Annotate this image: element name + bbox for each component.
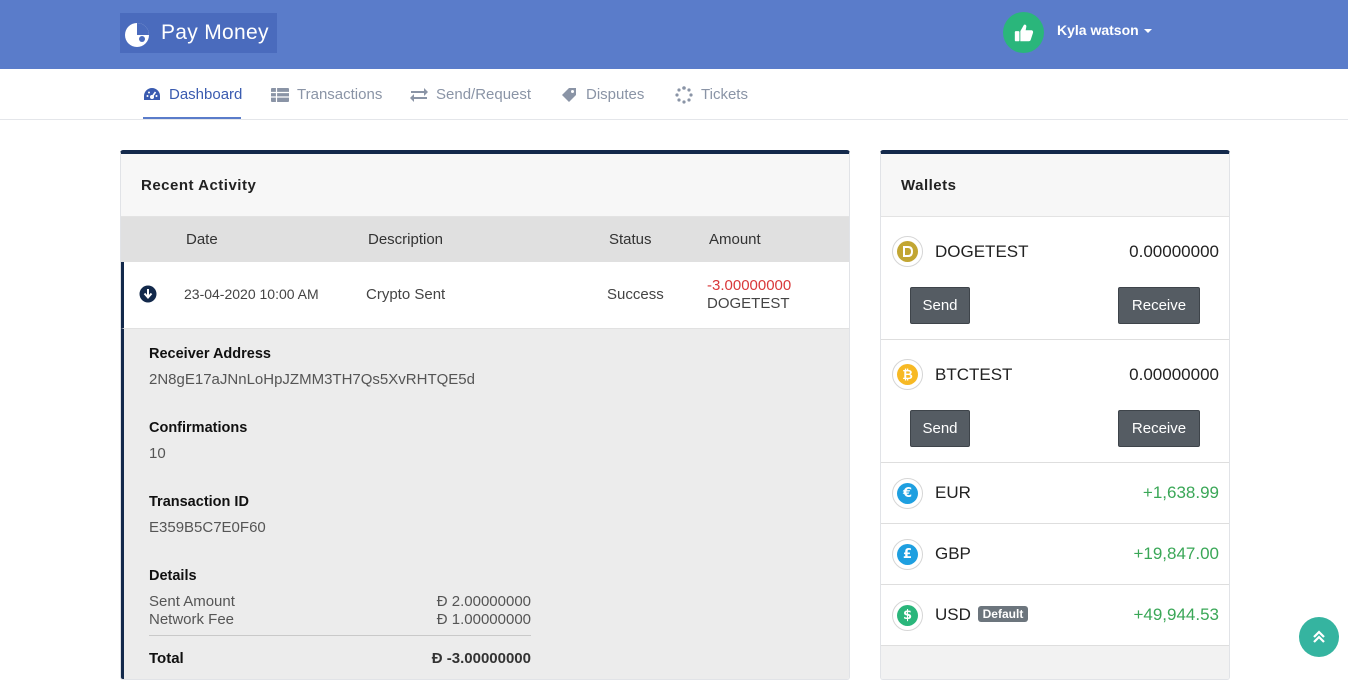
wallet-name: GBP — [935, 544, 971, 563]
nav-label: Dashboard — [169, 86, 243, 103]
nav-transactions[interactable]: Transactions — [271, 69, 382, 120]
table-header: Date Description Status Amount — [121, 217, 849, 262]
receive-button[interactable]: Receive — [1118, 410, 1200, 447]
chevron-down-icon[interactable] — [1144, 29, 1152, 33]
wallet-amount: 0.00000000 — [1129, 365, 1219, 384]
logo-icon — [122, 18, 152, 48]
nav-send-request[interactable]: Send/Request — [410, 69, 531, 120]
double-chevron-up-icon — [1313, 630, 1325, 643]
bitcoin-icon: ₿ — [892, 359, 923, 390]
network-fee-value: Đ 1.00000000 — [436, 611, 531, 628]
table-row[interactable]: 23-04-2020 10:00 AM Crypto Sent Success … — [121, 262, 849, 329]
receive-button[interactable]: Receive — [1118, 287, 1200, 324]
pound-icon: £ — [892, 539, 923, 570]
send-button[interactable]: Send — [910, 287, 970, 324]
column-amount: Amount — [709, 231, 761, 248]
ticket-tag-icon — [560, 86, 578, 104]
wallet-name-usd: USD Default — [935, 605, 1029, 625]
card-title: Wallets — [881, 154, 1229, 217]
dollar-glyph: $ — [897, 605, 918, 626]
total-value: Đ -3.00000000 — [431, 650, 531, 667]
dogecoin-icon — [892, 236, 923, 267]
column-date: Date — [186, 231, 218, 248]
user-name-dropdown[interactable]: Kyla watson — [1057, 22, 1139, 38]
wallet-amount: +1,638.99 — [1142, 483, 1219, 502]
row-date: 23-04-2020 10:00 AM — [184, 286, 319, 302]
wallet-name: DOGETEST — [935, 242, 1029, 261]
row-currency: DOGETEST — [707, 295, 790, 312]
row-status: Success — [607, 286, 664, 303]
nav-dashboard[interactable]: Dashboard — [143, 69, 242, 120]
row-amount: -3.00000000 — [707, 277, 792, 294]
column-description: Description — [368, 231, 444, 248]
wallet-amount: +19,847.00 — [1133, 544, 1219, 563]
active-tab-indicator — [143, 117, 241, 119]
wallet-row-usd: $ USD Default +49,944.53 — [881, 585, 1229, 646]
nav-label: Disputes — [586, 86, 645, 103]
top-bar: Pay Money Kyla watson — [0, 0, 1348, 69]
receiver-address-value: 2N8gE17aJNnLoHpJZMM3TH7Qs5XvRHTQE5d — [149, 371, 475, 388]
logo-text: Pay Money — [161, 21, 269, 44]
wallet-row-eur: € EUR +1,638.99 — [881, 463, 1229, 524]
table-list-icon — [271, 86, 289, 104]
bitcoin-glyph: ₿ — [897, 364, 918, 385]
pound-glyph: £ — [897, 544, 918, 565]
wallet-row-dogetest: DOGETEST 0.00000000 Send Receive — [881, 217, 1229, 340]
logo[interactable]: Pay Money — [120, 13, 277, 53]
default-badge: Default — [977, 606, 1029, 622]
wallet-row-gbp: £ GBP +19,847.00 — [881, 524, 1229, 585]
dashboard-icon — [143, 86, 161, 104]
wallet-amount: 0.00000000 — [1129, 242, 1219, 261]
scroll-to-top-button[interactable] — [1299, 617, 1339, 657]
user-avatar[interactable] — [1003, 12, 1044, 53]
card-title: Recent Activity — [121, 154, 849, 217]
wallet-amount: +49,944.53 — [1133, 605, 1219, 624]
column-status: Status — [609, 231, 652, 248]
receiver-address-label: Receiver Address — [149, 346, 271, 362]
wallet-name: EUR — [935, 483, 971, 502]
dollar-icon: $ — [892, 600, 923, 631]
confirmations-label: Confirmations — [149, 420, 248, 436]
sent-amount-value: Đ 2.00000000 — [436, 593, 531, 610]
nav-disputes[interactable]: Disputes — [560, 69, 644, 120]
transaction-id-label: Transaction ID — [149, 494, 249, 510]
wallet-name: BTCTEST — [935, 365, 1013, 384]
wallet-name: USD — [935, 605, 971, 624]
spinner-icon — [675, 85, 693, 104]
sent-amount-label: Sent Amount — [149, 593, 235, 610]
nav-label: Tickets — [701, 86, 748, 103]
exchange-arrows-icon — [410, 86, 428, 104]
wallets-card: Wallets DOGETEST 0.00000000 Send Receive… — [880, 150, 1230, 680]
row-description: Crypto Sent — [366, 286, 446, 303]
details-label: Details — [149, 568, 197, 584]
transaction-id-value: E359B5C7E0F60 — [149, 519, 266, 536]
euro-glyph: € — [897, 483, 918, 504]
expand-circle-icon[interactable] — [139, 285, 157, 308]
recent-activity-card: Recent Activity Date Description Status … — [120, 150, 850, 680]
send-button[interactable]: Send — [910, 410, 970, 447]
euro-icon: € — [892, 478, 923, 509]
wallet-row-btctest: ₿ BTCTEST 0.00000000 Send Receive — [881, 340, 1229, 463]
nav-label: Transactions — [297, 86, 383, 103]
thumbs-up-icon — [1014, 24, 1033, 41]
network-fee-label: Network Fee — [149, 611, 235, 628]
nav-label: Send/Request — [436, 86, 532, 103]
divider — [149, 635, 531, 636]
transaction-details: Receiver Address 2N8gE17aJNnLoHpJZMM3TH7… — [121, 329, 849, 679]
confirmations-value: 10 — [149, 445, 166, 462]
nav-tickets[interactable]: Tickets — [675, 69, 748, 120]
total-label: Total — [149, 650, 184, 667]
wallets-footer — [881, 646, 1229, 679]
main-nav: Dashboard Transactions Send/Request Disp… — [0, 69, 1348, 120]
